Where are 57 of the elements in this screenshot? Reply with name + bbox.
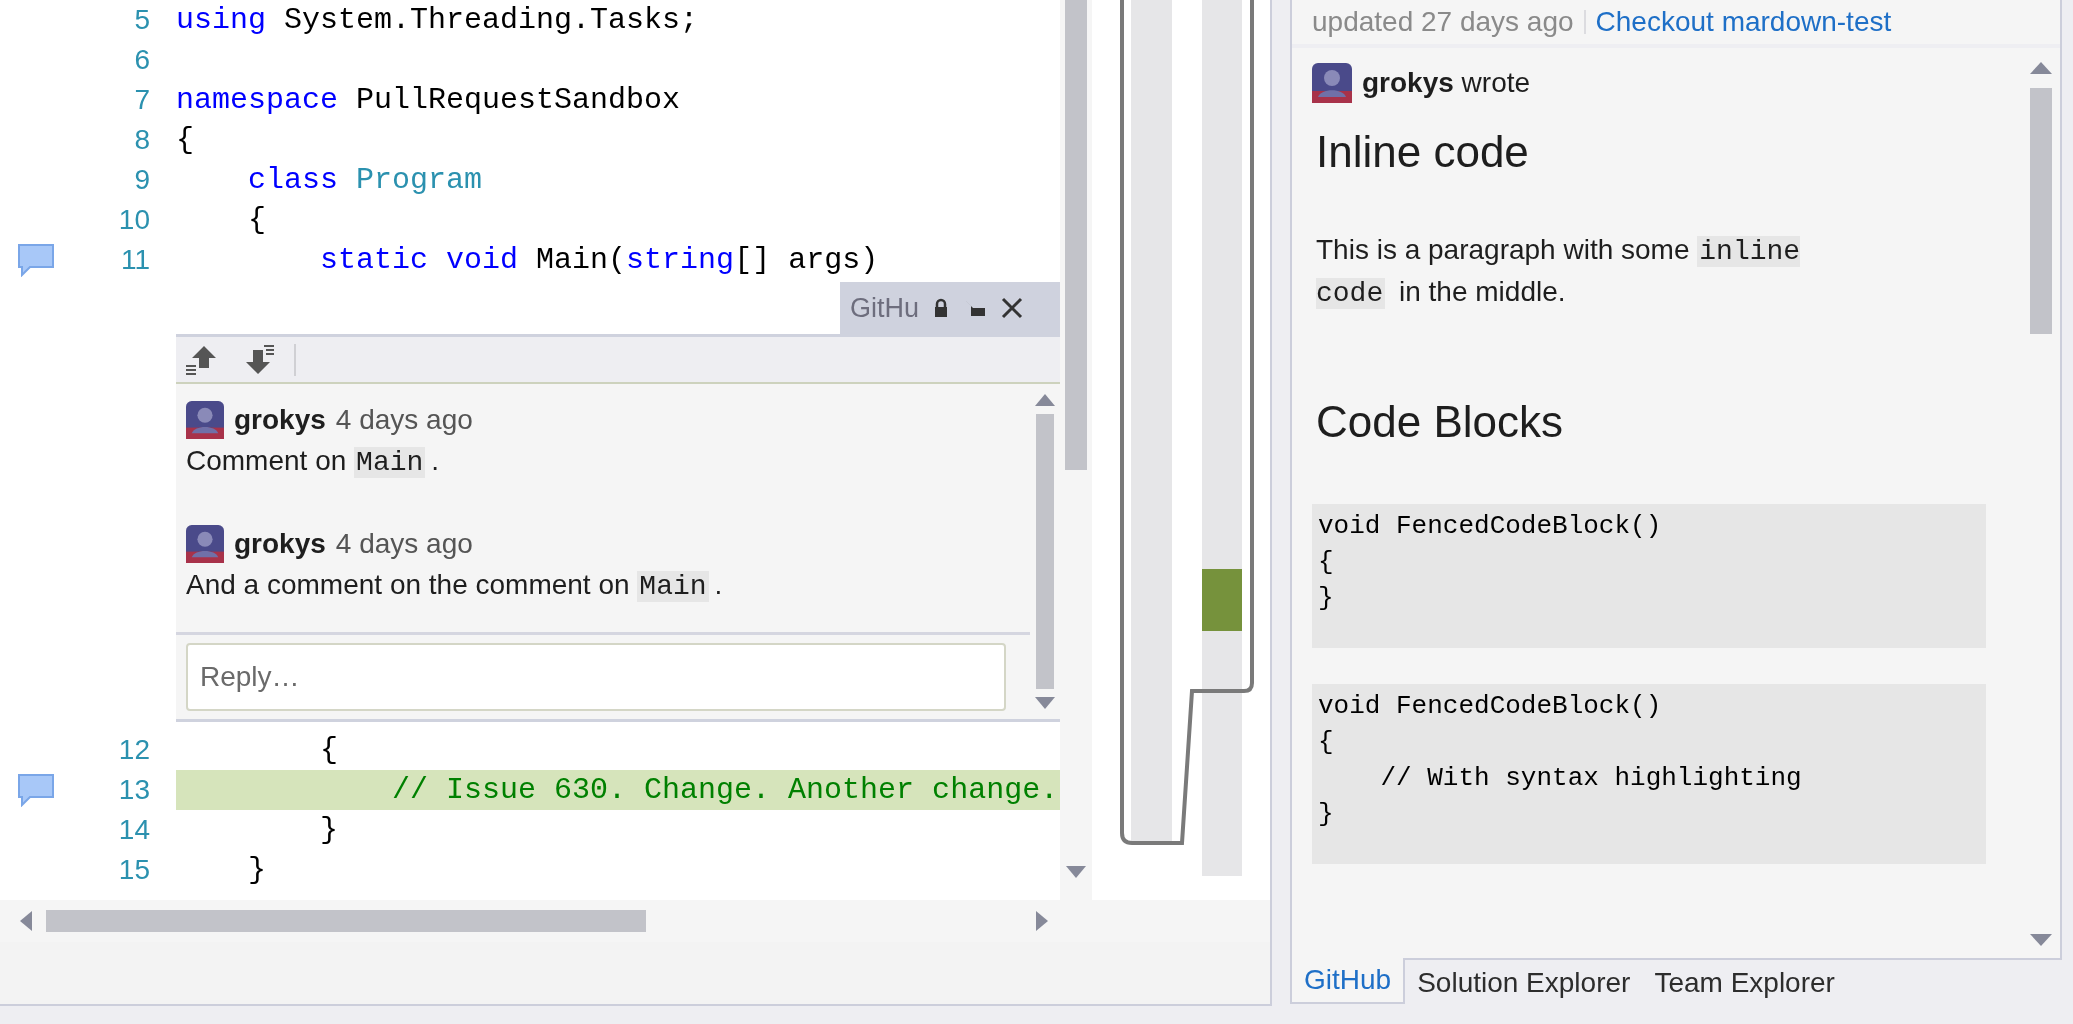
avatar-icon [186,525,224,563]
code-line: { [319,731,340,769]
markdown-heading: Inline code [1315,126,1530,178]
code-line: namespace PullRequestSandbox [176,81,682,119]
line-number: 14 [117,813,151,847]
comment-icon[interactable] [16,243,56,277]
lock-icon[interactable] [933,298,950,318]
scroll-down-arrow-icon[interactable] [1035,697,1055,709]
line-number: 15 [117,853,151,887]
markdown-heading: Code Blocks [1315,396,1564,448]
scrollbar-thumb[interactable] [46,910,646,932]
code-line: static void Main(string[] args) [319,241,880,279]
code-block: void FencedCodeBlock() { } [1312,504,1986,648]
checkout-link[interactable]: Checkout mardown-test [1595,1,1892,43]
updated-time: updated 27 days ago [1312,5,1574,39]
peek-title: GitHu [850,291,920,325]
scrollbar-thumb[interactable] [2030,88,2052,334]
panel-tab[interactable]: GitHub [1290,958,1406,1004]
markdown-paragraph: This is a paragraph with some inline code in the middle. [1315,233,1802,311]
code-line: { [247,201,267,239]
scroll-right-arrow-icon[interactable] [1036,911,1048,931]
scroll-down-arrow-icon[interactable] [1066,866,1086,878]
line-number: 6 [133,43,151,77]
comment-author[interactable]: grokys [234,523,326,565]
panel-tab[interactable]: Solution Explorer [1405,960,1643,1006]
avatar-icon [1312,63,1352,103]
reply-field[interactable]: Reply… [186,643,1006,711]
line-number: 10 [117,203,151,237]
code-line: using System.Threading.Tasks; [176,1,700,39]
line-number: 8 [133,123,151,157]
line-number: 12 [117,733,151,767]
line-number: 9 [133,163,151,197]
comment-icon[interactable] [16,773,56,807]
comment-time: 4 days ago [335,527,473,561]
comment-author[interactable]: grokys [234,399,326,441]
panel-tab[interactable]: Team Explorer [1642,960,1847,1006]
scroll-up-arrow-icon[interactable] [1035,394,1055,406]
comment-body: Comment on Main . [186,444,441,480]
code-line: class Program [247,161,484,199]
code-line: { [176,121,195,159]
avatar-icon [186,401,224,439]
line-number: 5 [133,3,151,37]
scrollbar-thumb[interactable] [1036,414,1054,689]
scroll-up-arrow-icon[interactable] [2030,62,2052,74]
line-number: 13 [117,773,151,807]
scrollbar-thumb[interactable] [1065,0,1087,470]
scroll-left-arrow-icon[interactable] [20,911,32,931]
line-number: 7 [133,83,151,117]
code-block: void FencedCodeBlock() { // With syntax highlighting } [1312,684,1986,864]
scroll-down-arrow-icon[interactable] [2030,934,2052,946]
comment-body: And a comment on the comment on Main . [186,568,724,604]
comment-time: 4 days ago [335,403,473,437]
code-line: } [319,811,340,849]
close-icon[interactable] [1001,297,1024,319]
code-line: } [247,851,267,889]
pr-author: grokys wrote [1362,66,1531,100]
line-number: 11 [119,243,151,277]
